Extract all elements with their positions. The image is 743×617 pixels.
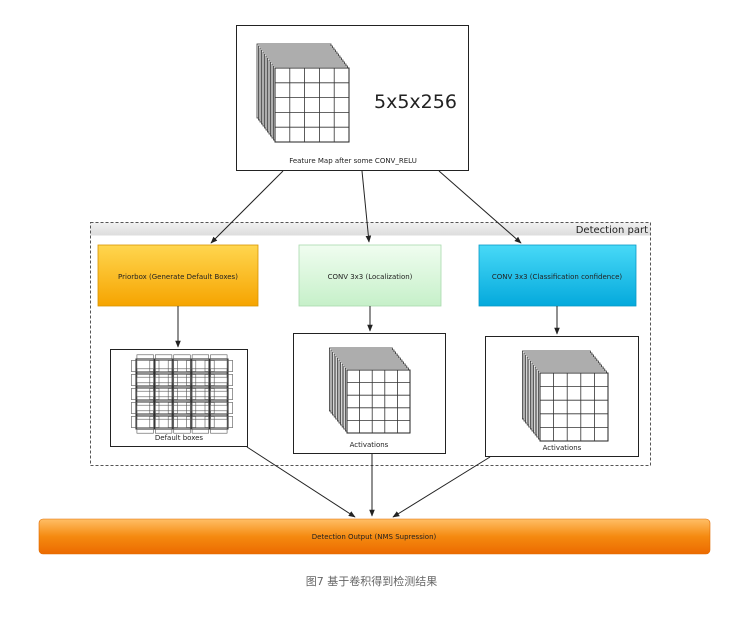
localization-label: CONV 3x3 (Localization) xyxy=(328,273,413,281)
default-boxes-grid-icon xyxy=(131,354,233,434)
detection-part-header xyxy=(90,222,651,236)
diagram-canvas: 5x5x256 Feature Map after some CONV_RELU… xyxy=(38,25,711,555)
feature-map-size-label: 5x5x256 xyxy=(374,91,457,113)
figure-caption: 图7 基于卷积得到检测结果 xyxy=(305,575,438,588)
priorbox-label: Priorbox (Generate Default Boxes) xyxy=(118,273,238,281)
default-boxes-label: Default boxes xyxy=(155,434,204,442)
detection-output-label: Detection Output (NMS Supression) xyxy=(312,533,437,541)
activations-loc-label: Activations xyxy=(350,441,389,449)
classification-label: CONV 3x3 (Classification confidence) xyxy=(492,273,623,281)
feature-map-caption: Feature Map after some CONV_RELU xyxy=(289,157,417,165)
feature-map-stack-icon xyxy=(256,43,350,143)
activations-cls-label: Activations xyxy=(543,444,582,452)
detection-part-label: Detection part xyxy=(576,225,648,236)
activations-cls-stack-icon xyxy=(522,350,609,442)
activations-loc-stack-icon xyxy=(328,347,411,434)
arrow-default-to-output xyxy=(246,446,356,518)
